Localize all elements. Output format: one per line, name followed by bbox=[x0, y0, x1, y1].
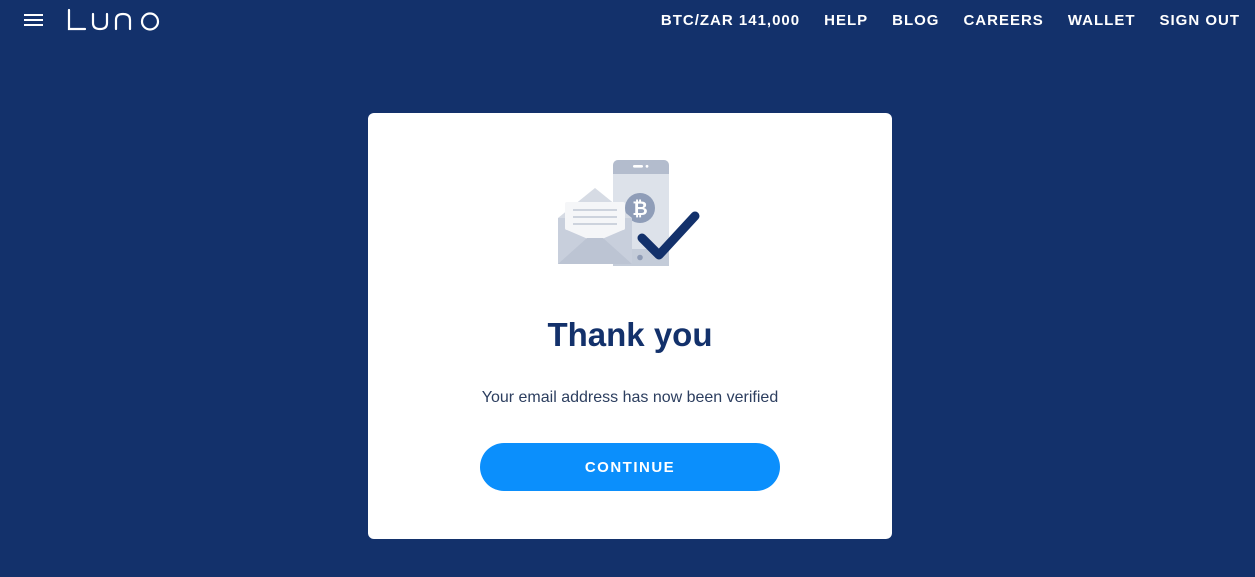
help-link[interactable]: HELP bbox=[824, 11, 868, 31]
main-nav: BTC/ZAR 141,000 HELP BLOG CAREERS WALLET… bbox=[661, 11, 1240, 31]
hamburger-menu-icon[interactable] bbox=[24, 12, 44, 28]
verification-card: ₿ Thank you Your email address has now b… bbox=[368, 113, 892, 539]
blog-link[interactable]: BLOG bbox=[892, 11, 939, 31]
wallet-link[interactable]: WALLET bbox=[1068, 11, 1136, 31]
luno-logo[interactable] bbox=[66, 8, 162, 32]
top-navigation-bar: BTC/ZAR 141,000 HELP BLOG CAREERS WALLET… bbox=[0, 0, 1255, 42]
sign-out-link[interactable]: SIGN OUT bbox=[1159, 11, 1240, 31]
careers-link[interactable]: CAREERS bbox=[963, 11, 1043, 31]
email-verified-illustration: ₿ bbox=[558, 160, 700, 266]
continue-button[interactable]: CONTINUE bbox=[480, 443, 780, 491]
svg-text:₿: ₿ bbox=[632, 198, 647, 220]
verification-message: Your email address has now been verified bbox=[481, 389, 779, 406]
page-title: Thank you bbox=[547, 316, 713, 353]
btc-zar-price-link[interactable]: BTC/ZAR 141,000 bbox=[661, 11, 800, 31]
